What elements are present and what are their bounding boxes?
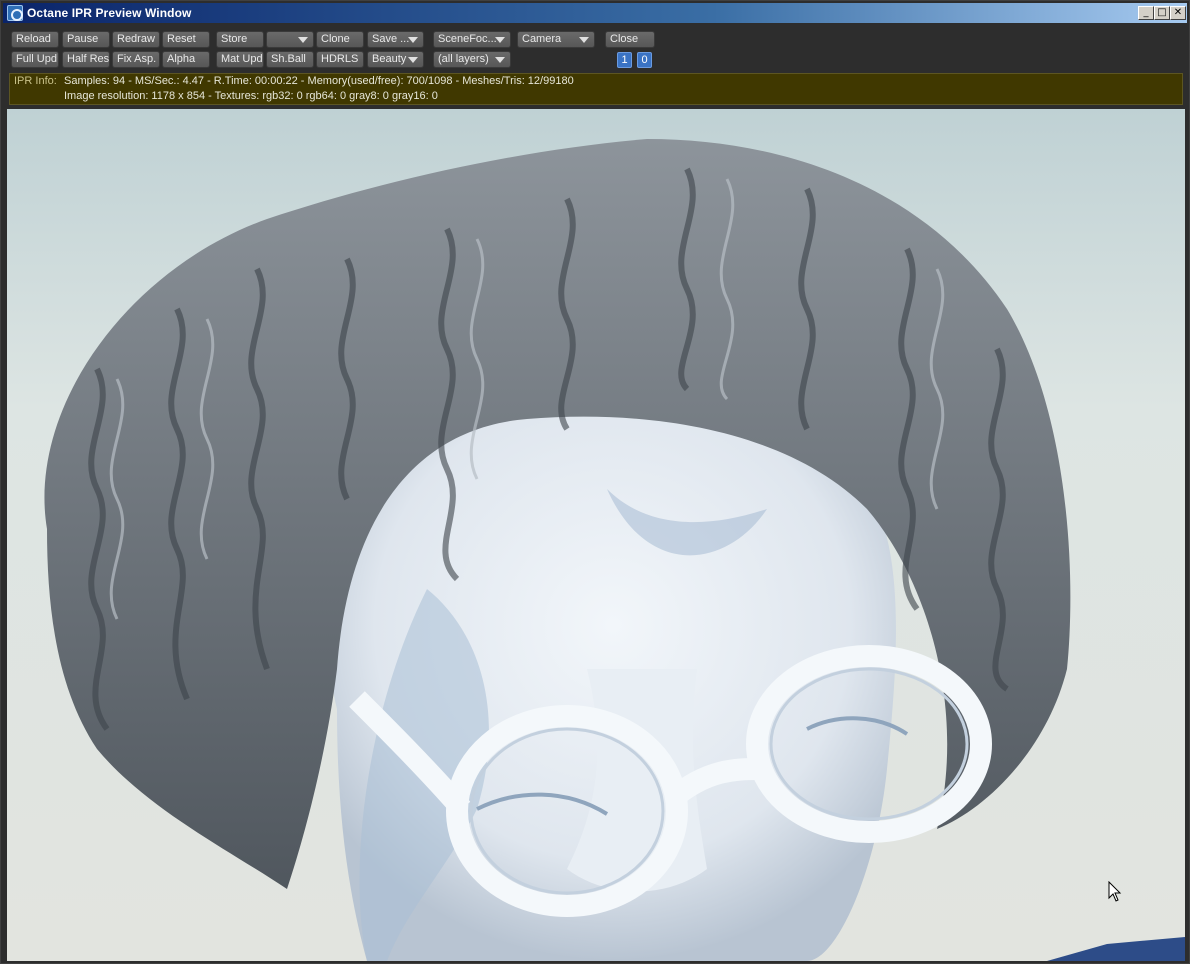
mat-update-button[interactable]: Mat Upd [216,51,264,68]
alpha-button[interactable]: Alpha [162,51,210,68]
render-viewport[interactable] [7,109,1185,961]
reset-button[interactable]: Reset [162,31,210,48]
full-update-button[interactable]: Full Upd. [11,51,59,68]
ipr-info-label: IPR Info: [14,75,57,87]
hdrls-button[interactable]: HDRLS [316,51,364,68]
camera-dropdown[interactable]: Camera [517,31,595,48]
save-dropdown-label: Save ... [372,33,410,45]
scene-focus-dropdown[interactable]: SceneFoc... [433,31,511,48]
shader-ball-button[interactable]: Sh.Ball [266,51,314,68]
fix-aspect-button[interactable]: Fix Asp. [112,51,160,68]
toolbar: Reload Pause Redraw Reset Store Clone Sa… [3,25,1187,71]
octane-ipr-window: Octane IPR Preview Window _ □ ✕ Reload P… [0,0,1190,964]
maximize-button[interactable]: □ [1154,6,1170,20]
redraw-button[interactable]: Redraw [112,31,160,48]
window-title: Octane IPR Preview Window [27,6,192,20]
reload-button[interactable]: Reload [11,31,59,48]
clone-button[interactable]: Clone [316,31,364,48]
ipr-info-resolution: Image resolution: 1178 x 854 - Textures:… [64,90,438,102]
camera-label: Camera [522,33,562,45]
number-1-button[interactable]: 1 [617,52,632,68]
mouse-pointer-icon [1108,881,1122,902]
octane-app-icon [7,5,23,21]
store-button[interactable]: Store [216,31,264,48]
minimize-button[interactable]: _ [1138,6,1154,20]
title-bar[interactable]: Octane IPR Preview Window _ □ ✕ [3,3,1187,23]
number-0-button[interactable]: 0 [637,52,652,68]
pause-button[interactable]: Pause [62,31,110,48]
layers-dropdown[interactable]: (all layers) [433,51,511,68]
render-pass-dropdown[interactable]: Beauty [367,51,424,68]
render-image [44,139,1185,961]
half-res-button[interactable]: Half Res [62,51,110,68]
store-slot-dropdown[interactable] [266,31,314,48]
scene-focus-label: SceneFoc... [438,33,497,45]
render-pass-label: Beauty [372,53,407,65]
close-button[interactable]: Close [605,31,655,48]
ipr-info-panel: IPR Info: Samples: 94 - MS/Sec.: 4.47 - … [9,73,1183,105]
ipr-info-stats: Samples: 94 - MS/Sec.: 4.47 - R.Time: 00… [64,75,574,87]
close-window-button[interactable]: ✕ [1170,6,1186,20]
layers-label: (all layers) [438,53,489,65]
save-dropdown[interactable]: Save ... [367,31,424,48]
